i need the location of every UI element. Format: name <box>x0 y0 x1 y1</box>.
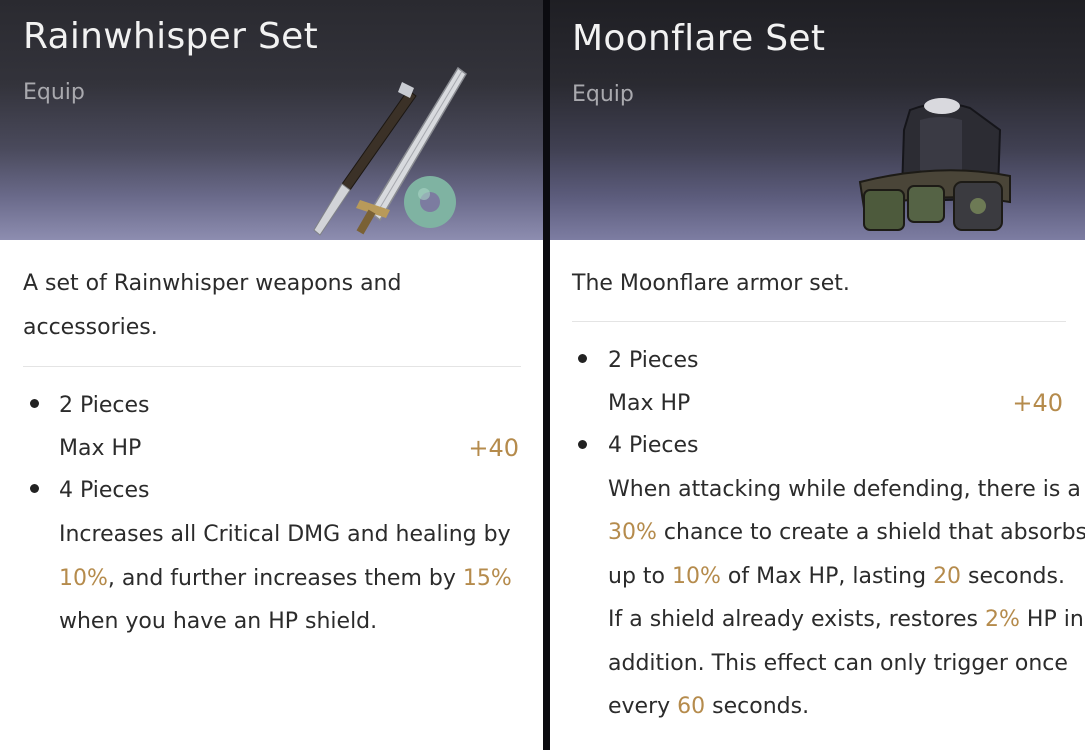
bonus-stat-name: Max HP <box>59 436 142 461</box>
bonus-effect: When attacking while defending, there is… <box>608 468 1085 728</box>
effect-line: Increases all Critical DMG and healing b… <box>59 513 512 557</box>
effect-text: , and further increases them by <box>107 565 463 591</box>
highlighted-value: 20 <box>933 563 962 589</box>
card-banner: Moonflare Set Equip <box>550 0 1085 240</box>
description-line: The Moonflare armor set. <box>572 271 850 296</box>
set-title: Rainwhisper Set <box>23 16 318 57</box>
bullet-icon <box>30 399 39 408</box>
effect-line: 10%, and further increases them by 15% <box>59 557 512 601</box>
effect-text: up to <box>608 563 672 589</box>
bonus-pieces-2: 2 Pieces <box>608 348 699 373</box>
effect-line: every 60 seconds. <box>608 685 1085 728</box>
effect-text: If a shield already exists, restores <box>608 607 985 633</box>
set-card-moonflare: Moonflare Set Equip The Moonflare armor … <box>550 0 1085 750</box>
effect-text: every <box>608 694 678 720</box>
bonus-stat-value: +40 <box>1012 389 1063 417</box>
effect-line: 30% chance to create a shield that absor… <box>608 511 1085 554</box>
effect-text: seconds. <box>961 563 1065 589</box>
effect-line: when you have an HP shield. <box>59 600 512 644</box>
bonus-pieces-2: 2 Pieces <box>59 393 150 418</box>
set-description: A set of Rainwhisper weapons and accesso… <box>23 262 453 350</box>
effect-text: seconds. <box>705 694 810 720</box>
highlighted-value: 10% <box>671 563 721 589</box>
bullet-icon <box>578 354 587 363</box>
set-card-rainwhisper: Rainwhisper Set Equip A set of Rainwhisp… <box>0 0 543 750</box>
bonus-effect: Increases all Critical DMG and healing b… <box>59 513 512 644</box>
set-category: Equip <box>23 80 85 105</box>
highlighted-value: 2% <box>985 607 1020 633</box>
set-description: The Moonflare armor set. <box>572 262 1052 306</box>
highlighted-value: 15% <box>462 565 512 591</box>
effect-text: Increases all Critical DMG and healing b… <box>59 522 511 547</box>
description-line: A set of Rainwhisper weapons and <box>23 271 402 296</box>
effect-text: addition. This effect can only trigger o… <box>608 650 1068 676</box>
highlighted-value: 10% <box>59 565 108 591</box>
effect-line: up to 10% of Max HP, lasting 20 seconds. <box>608 555 1085 598</box>
card-banner: Rainwhisper Set Equip <box>0 0 543 240</box>
description-line: accessories. <box>23 315 158 340</box>
bonus-pieces-4: 4 Pieces <box>59 478 150 503</box>
section-divider <box>23 366 521 367</box>
sword-and-jade-ring-icon <box>313 66 467 236</box>
effect-text: of Max HP, lasting <box>720 563 934 589</box>
effect-text: When attacking while defending, there is… <box>608 477 1081 502</box>
bonus-stat-name: Max HP <box>608 391 691 416</box>
bonus-stat-value: +40 <box>468 434 519 462</box>
armor-chestplate-icon <box>858 98 1011 231</box>
bonus-pieces-4: 4 Pieces <box>608 433 699 458</box>
set-category: Equip <box>572 82 634 107</box>
effect-line: addition. This effect can only trigger o… <box>608 642 1085 685</box>
effect-line: If a shield already exists, restores 2% … <box>608 598 1085 641</box>
bullet-icon <box>30 484 39 493</box>
effect-line: When attacking while defending, there is… <box>608 468 1085 511</box>
bullet-icon <box>578 440 587 449</box>
effect-text: HP in <box>1019 607 1084 633</box>
section-divider <box>572 321 1066 322</box>
effect-text: when you have an HP shield. <box>59 609 378 634</box>
effect-text: chance to create a shield that absorbs <box>656 520 1085 546</box>
highlighted-value: 30% <box>608 520 657 546</box>
set-title: Moonflare Set <box>572 18 826 59</box>
highlighted-value: 60 <box>677 694 706 720</box>
